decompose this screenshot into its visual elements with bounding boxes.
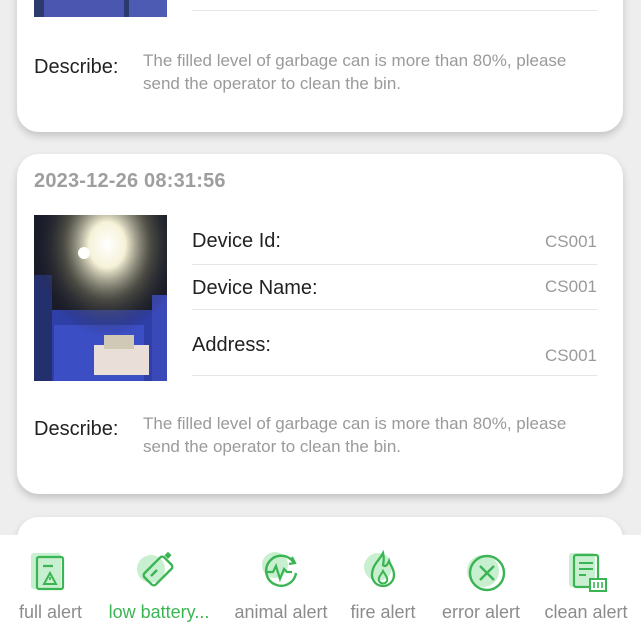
alert-card[interactable]: 2023-12-26 08:31:56 Device Id: CS001 Dev… (17, 154, 623, 494)
full-alert-icon (28, 549, 72, 595)
tab-animal-alert[interactable]: animal alert (225, 535, 337, 641)
fire-alert-icon (361, 549, 405, 595)
describe-text: The filled level of garbage can is more … (143, 414, 567, 456)
tab-clean-alert[interactable]: clean alert (533, 535, 639, 641)
describe-label: Describe: (34, 418, 119, 440)
alert-thumbnail[interactable] (34, 0, 167, 17)
tab-label: low battery... (108, 602, 210, 622)
tab-label: fire alert (350, 602, 416, 622)
tab-full-alert[interactable]: full alert (0, 535, 101, 641)
tab-label: error alert (441, 602, 521, 622)
error-alert-icon (465, 549, 509, 595)
describe-label: Describe: (34, 56, 119, 78)
tab-label: clean alert (544, 602, 628, 622)
low-battery-icon (135, 549, 179, 595)
device-id-label: Device Id: (192, 230, 281, 252)
device-name-row: Device Name: CS001 (192, 264, 597, 310)
device-name-label: Device Name: (192, 277, 318, 299)
tab-fire-alert[interactable]: fire alert (337, 535, 429, 641)
describe-text: The filled level of garbage can is more … (143, 51, 567, 93)
bottom-tab-bar: full alert low battery... animal alert f… (0, 535, 641, 641)
address-row: Address: CS001 (192, 309, 597, 376)
device-id-value: CS001 (545, 232, 597, 251)
address-label: Address: (192, 334, 271, 356)
device-info-row (192, 0, 597, 11)
device-name-value: CS001 (545, 277, 597, 296)
device-id-row: Device Id: CS001 (192, 224, 597, 265)
alert-thumbnail[interactable] (34, 215, 167, 381)
clean-alert-icon (566, 549, 610, 595)
tab-label: full alert (18, 602, 83, 622)
alert-card[interactable]: Describe: The filled level of garbage ca… (17, 0, 623, 132)
alert-datetime: 2023-12-26 08:31:56 (34, 170, 226, 192)
tab-error-alert[interactable]: error alert (429, 535, 533, 641)
tab-low-battery[interactable]: low battery... (101, 535, 217, 641)
tab-label: animal alert (234, 602, 328, 622)
address-value: CS001 (545, 346, 597, 365)
animal-alert-icon (259, 549, 303, 595)
